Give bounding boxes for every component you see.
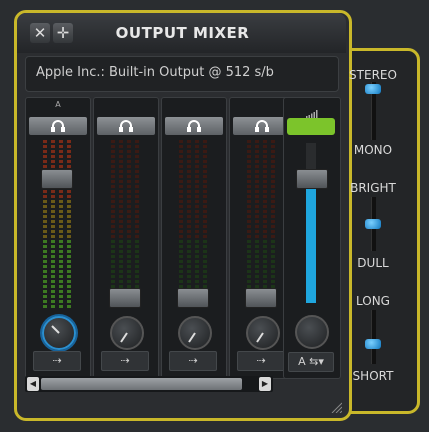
headphones-icon: [29, 120, 87, 139]
level-meter: [241, 140, 281, 310]
channel-fader[interactable]: [41, 168, 73, 189]
clip-indicator: [101, 100, 151, 112]
pan-knob[interactable]: [178, 316, 212, 350]
long-label: LONG: [356, 294, 390, 308]
master-enable-button[interactable]: [287, 118, 335, 135]
clip-indicator: [237, 100, 287, 112]
width-slider-handle[interactable]: [365, 84, 381, 95]
route-button[interactable]: ⇢: [101, 351, 149, 371]
scrollbar-thumb[interactable]: [41, 378, 242, 390]
channel-fader[interactable]: [109, 287, 141, 308]
tone-slider-handle[interactable]: [365, 219, 381, 229]
close-button[interactable]: ✕: [30, 23, 50, 43]
headphones-button[interactable]: [97, 117, 155, 135]
pan-knob[interactable]: [246, 316, 280, 350]
short-label: SHORT: [352, 369, 394, 383]
level-meter: [105, 140, 145, 310]
device-label: Apple Inc.: Built-in Output @ 512 s/b: [36, 65, 274, 80]
headphones-button[interactable]: [165, 117, 223, 135]
pan-knob[interactable]: [42, 316, 76, 350]
clip-indicator: [169, 100, 219, 112]
scroll-left-button[interactable]: ◀: [27, 377, 39, 391]
mono-label: MONO: [353, 143, 393, 157]
scroll-right-button[interactable]: ▶: [259, 377, 271, 391]
resize-grip-icon[interactable]: [330, 398, 343, 414]
master-knob[interactable]: [295, 315, 329, 349]
master-route-button[interactable]: A ⇆▾: [288, 352, 334, 372]
triangle-left-icon: ◀: [29, 379, 37, 388]
signal-bars-icon: [306, 103, 318, 118]
level-meter: [37, 140, 77, 310]
close-icon: ✕: [33, 24, 47, 42]
route-button[interactable]: ⇢: [237, 351, 285, 371]
decay-slider-track[interactable]: [371, 310, 376, 364]
stereo-label: STEREO: [349, 68, 397, 82]
move-button[interactable]: ✛: [53, 23, 73, 43]
master-fader[interactable]: [296, 169, 328, 190]
pan-knob[interactable]: [110, 316, 144, 350]
channel-fader[interactable]: [245, 287, 277, 308]
level-meter: [173, 140, 213, 310]
clip-indicator: A: [55, 100, 61, 109]
move-icon: ✛: [56, 24, 70, 42]
window-title: OUTPUT MIXER: [115, 24, 250, 42]
triangle-right-icon: ▶: [261, 379, 269, 388]
headphones-icon: [165, 120, 223, 139]
dull-label: DULL: [357, 256, 389, 270]
route-button[interactable]: ⇢: [33, 351, 81, 371]
channel-fader[interactable]: [177, 287, 209, 308]
decay-slider-handle[interactable]: [365, 338, 381, 349]
route-button[interactable]: ⇢: [169, 351, 217, 371]
headphones-icon: [97, 120, 155, 139]
headphones-button[interactable]: [29, 117, 87, 135]
bright-label: BRIGHT: [350, 181, 396, 195]
master-level-bar: [306, 178, 316, 303]
